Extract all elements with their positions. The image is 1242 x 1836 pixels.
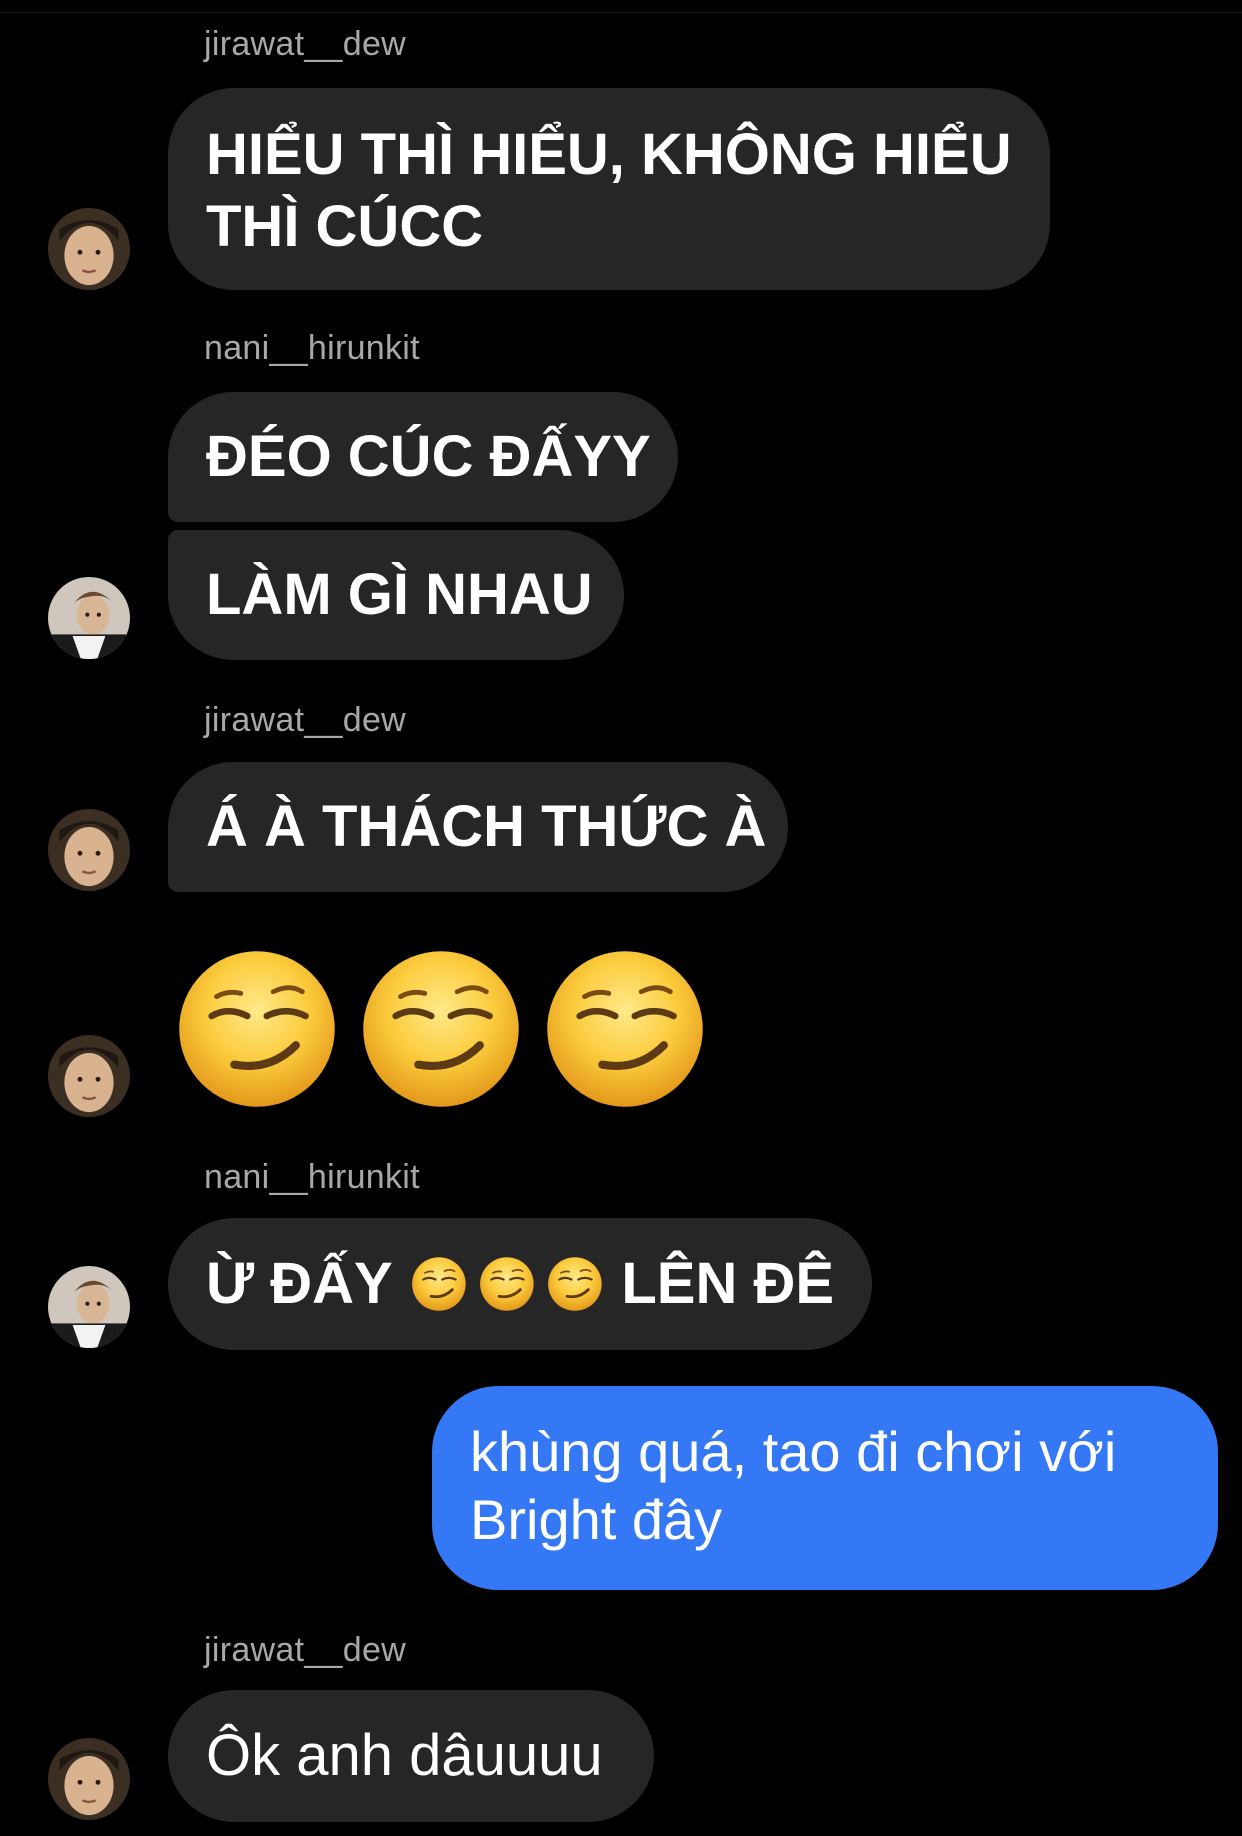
- avatar[interactable]: [48, 1738, 130, 1820]
- message-bubble[interactable]: LÀM GÌ NHAU: [168, 530, 624, 660]
- message-bubble[interactable]: Á À THÁCH THỨC À: [168, 762, 788, 892]
- smirking-face-emoji-icon: [411, 1255, 468, 1313]
- sender-name: jirawat__dew: [204, 25, 407, 63]
- message-line: khùng quá, tao đi chơi với: [470, 1420, 1117, 1483]
- profile-photo: [48, 208, 130, 290]
- smirking-face-emoji-icon: [546, 1255, 603, 1313]
- message-text: Ôk anh dâuuuu: [206, 1723, 603, 1788]
- message-text: Ừ ĐẤY: [206, 1251, 393, 1316]
- message-text: Á À THÁCH THỨC À: [206, 794, 767, 859]
- message-bubble[interactable]: ĐÉO CÚC ĐẤYY: [168, 392, 678, 522]
- sender-name: jirawat__dew: [204, 1631, 407, 1669]
- smirking-face-emoji-icon: [360, 948, 522, 1110]
- profile-photo: [48, 577, 130, 659]
- message-bubble[interactable]: HIỂU THÌ HIỂU, KHÔNG HIỂU THÌ CÚCC: [168, 88, 1050, 290]
- message-line: Bright đây: [470, 1488, 723, 1551]
- emoji-message[interactable]: [176, 948, 706, 1110]
- profile-photo: [48, 809, 130, 891]
- avatar[interactable]: [48, 208, 130, 290]
- avatar[interactable]: [48, 809, 130, 891]
- outgoing-message-bubble[interactable]: khùng quá, tao đi chơi với Bright đây: [432, 1386, 1218, 1590]
- avatar[interactable]: [48, 1266, 130, 1348]
- message-bubble[interactable]: Ừ ĐẤY LÊN ĐÊ: [168, 1218, 872, 1350]
- message-line: HIỂU THÌ HIỂU, KHÔNG HIỂU: [206, 122, 1012, 187]
- smirking-face-emoji-icon: [479, 1255, 535, 1313]
- message-text: ĐÉO CÚC ĐẤYY: [206, 424, 651, 489]
- message-text: LÀM GÌ NHAU: [206, 562, 593, 627]
- smirking-face-emoji-icon: [544, 948, 706, 1110]
- message-text: LÊN ĐÊ: [621, 1251, 835, 1316]
- message-bubble[interactable]: Ôk anh dâuuuu: [168, 1690, 654, 1822]
- profile-photo: [48, 1035, 130, 1117]
- message-line: THÌ CÚCC: [206, 194, 484, 259]
- top-divider: [0, 0, 1242, 13]
- sender-name: nani__hirunkit: [204, 1158, 420, 1196]
- sender-name: nani__hirunkit: [204, 329, 420, 367]
- smirking-face-emoji-icon: [176, 948, 338, 1110]
- avatar[interactable]: [48, 1035, 130, 1117]
- sender-name: jirawat__dew: [204, 701, 407, 739]
- profile-photo: [48, 1738, 130, 1820]
- profile-photo: [48, 1266, 130, 1348]
- avatar[interactable]: [48, 577, 130, 659]
